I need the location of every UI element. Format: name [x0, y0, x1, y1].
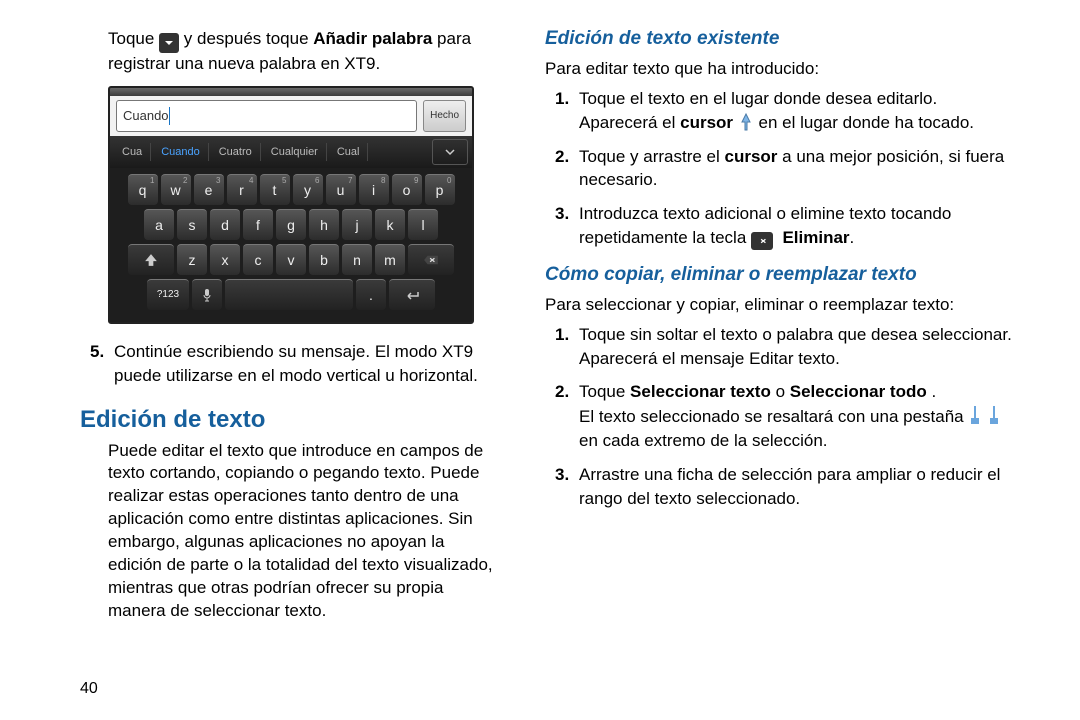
key-space[interactable]: [225, 279, 353, 310]
step-b3: 3. Arrastre una ficha de selección para …: [555, 463, 1015, 511]
step-a3: 3. Introduzca texto adicional o elimine …: [555, 202, 1015, 250]
key-v[interactable]: v: [276, 244, 306, 275]
key-enter[interactable]: [389, 279, 435, 310]
done-button[interactable]: Hecho: [423, 100, 466, 132]
dropdown-icon: [159, 33, 179, 53]
intro-line: Toque y después toque Añadir palabra par…: [108, 28, 500, 76]
key-l[interactable]: l: [408, 209, 438, 240]
key-q[interactable]: q1: [128, 174, 158, 205]
key-f[interactable]: f: [243, 209, 273, 240]
key-t[interactable]: t5: [260, 174, 290, 205]
key-shift[interactable]: [128, 244, 174, 275]
intro-a: Para editar texto que ha introducido:: [545, 58, 1015, 81]
chevron-down-icon[interactable]: [432, 139, 468, 165]
key-c[interactable]: c: [243, 244, 273, 275]
key-period[interactable]: .: [356, 279, 386, 310]
text-input[interactable]: Cuando: [116, 100, 417, 132]
key-x[interactable]: x: [210, 244, 240, 275]
cursor-icon: [738, 112, 754, 132]
key-r[interactable]: r4: [227, 174, 257, 205]
section-para: Puede editar el texto que introduce en c…: [108, 440, 500, 624]
key-n[interactable]: n: [342, 244, 372, 275]
step-b1: 1. Toque sin soltar el texto o palabra q…: [555, 323, 1015, 371]
intro-b: Para seleccionar y copiar, eliminar o re…: [545, 294, 1015, 317]
delete-key-icon: [751, 232, 773, 250]
key-j[interactable]: j: [342, 209, 372, 240]
key-w[interactable]: w2: [161, 174, 191, 205]
key-z[interactable]: z: [177, 244, 207, 275]
key-d[interactable]: d: [210, 209, 240, 240]
step-b2: 2. Toque Seleccionar texto o Seleccionar…: [555, 380, 1015, 452]
key-e[interactable]: e3: [194, 174, 224, 205]
key-k[interactable]: k: [375, 209, 405, 240]
step-a2: 2. Toque y arrastre el cursor a una mejo…: [555, 145, 1015, 193]
selection-handle-icon: [987, 404, 1001, 426]
suggestion-bar[interactable]: Cua Cuando Cuatro Cualquier Cual: [110, 136, 472, 168]
keyboard-screenshot: Cuando Hecho Cua Cuando Cuatro Cualquier…: [108, 86, 474, 324]
h3-existente: Edición de texto existente: [545, 28, 1015, 50]
page-number: 40: [80, 680, 98, 698]
key-o[interactable]: o9: [392, 174, 422, 205]
h3-copiar: Cómo copiar, eliminar o reemplazar texto: [545, 264, 1015, 286]
key-y[interactable]: y6: [293, 174, 323, 205]
key-a[interactable]: a: [144, 209, 174, 240]
h2-edicion: Edición de texto: [80, 406, 500, 434]
step-5: 5. Continúe escribiendo su mensaje. El m…: [90, 340, 500, 388]
bold-anadir: Añadir palabra: [313, 29, 432, 48]
key-u[interactable]: u7: [326, 174, 356, 205]
key-p[interactable]: p0: [425, 174, 455, 205]
selection-handle-icon: [968, 404, 982, 426]
key-sym[interactable]: ?123: [147, 279, 189, 310]
key-i[interactable]: i8: [359, 174, 389, 205]
key-h[interactable]: h: [309, 209, 339, 240]
step-a1: 1. Toque el texto en el lugar donde dese…: [555, 87, 1015, 135]
key-mic[interactable]: [192, 279, 222, 310]
key-s[interactable]: s: [177, 209, 207, 240]
key-m[interactable]: m: [375, 244, 405, 275]
key-backspace[interactable]: [408, 244, 454, 275]
key-g[interactable]: g: [276, 209, 306, 240]
key-b[interactable]: b: [309, 244, 339, 275]
